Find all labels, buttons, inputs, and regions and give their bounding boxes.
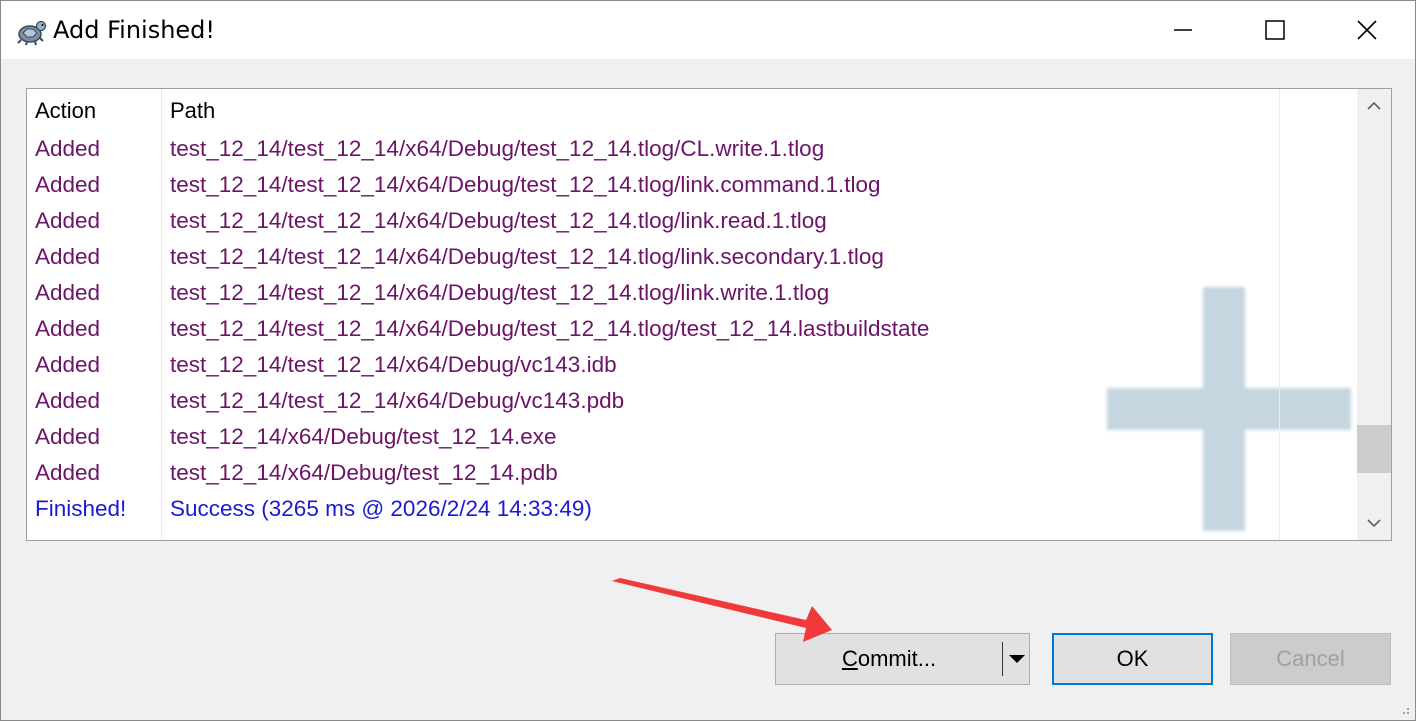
vertical-scrollbar[interactable] xyxy=(1357,89,1391,540)
chevron-up-icon xyxy=(1367,101,1381,110)
scroll-down-button[interactable] xyxy=(1357,506,1391,540)
column-header-action[interactable]: Action xyxy=(35,95,96,127)
row-action: Added xyxy=(35,316,101,341)
row-action: Added xyxy=(35,280,101,305)
window-title: Add Finished! xyxy=(53,16,216,44)
row-path: Success (3265 ms @ 2026/2/24 14:33:49) xyxy=(170,496,592,521)
row-path: test_12_14/test_12_14/x64/Debug/test_12_… xyxy=(170,280,830,305)
chevron-down-icon xyxy=(1367,519,1381,528)
list-row[interactable]: Added test_12_14/test_12_14/x64/Debug/tes… xyxy=(27,131,1355,167)
minimize-icon xyxy=(1174,29,1192,31)
row-path: test_12_14/test_12_14/x64/Debug/test_12_… xyxy=(170,244,884,269)
row-path: test_12_14/test_12_14/x64/Debug/test_12_… xyxy=(170,136,825,161)
row-path: test_12_14/x64/Debug/test_12_14.exe xyxy=(170,424,557,449)
list-row[interactable]: Added test_12_14/test_12_14/x64/Debug/tes… xyxy=(27,311,1355,347)
resize-grip-icon[interactable] xyxy=(1397,702,1411,716)
row-path: test_12_14/test_12_14/x64/Debug/vc143.id… xyxy=(170,352,617,377)
row-action: Added xyxy=(35,460,101,485)
row-action: Added xyxy=(35,388,101,413)
list-row[interactable]: Added test_12_14/x64/Debug/test_12_14.pdb xyxy=(27,455,1355,491)
row-path: test_12_14/test_12_14/x64/Debug/test_12_… xyxy=(170,208,827,233)
add-finished-dialog: Add Finished! Action Path Added test_12_1… xyxy=(0,0,1416,721)
row-path: test_12_14/test_12_14/x64/Debug/test_12_… xyxy=(170,172,881,197)
row-action: Added xyxy=(35,244,101,269)
close-icon xyxy=(1357,20,1377,40)
list-header: Action Path xyxy=(27,89,1355,131)
list-rows: Added test_12_14/test_12_14/x64/Debug/tes… xyxy=(27,131,1355,527)
tortoise-icon xyxy=(17,20,47,46)
close-button[interactable] xyxy=(1321,1,1413,59)
row-action: Finished! xyxy=(35,496,127,521)
row-action: Added xyxy=(35,352,101,377)
row-action: Added xyxy=(35,172,101,197)
list-row[interactable]: Added test_12_14/test_12_14/x64/Debug/tes… xyxy=(27,167,1355,203)
row-action: Added xyxy=(35,424,101,449)
scroll-up-button[interactable] xyxy=(1357,89,1391,123)
scrollbar-thumb[interactable] xyxy=(1357,424,1391,473)
results-list[interactable]: Action Path Added test_12_14/test_12_14/x… xyxy=(26,88,1392,541)
commit-dropdown-button[interactable] xyxy=(1003,634,1030,684)
row-path: test_12_14/x64/Debug/test_12_14.pdb xyxy=(170,460,558,485)
row-action: Added xyxy=(35,136,101,161)
list-row[interactable]: Added test_12_14/test_12_14/x64/Debug/tes… xyxy=(27,239,1355,275)
list-row[interactable]: Added test_12_14/test_12_14/x64/Debug/tes… xyxy=(27,203,1355,239)
cancel-button[interactable]: Cancel xyxy=(1230,633,1391,685)
maximize-button[interactable] xyxy=(1229,1,1321,59)
commit-button[interactable]: Commit... xyxy=(776,634,1002,684)
list-row[interactable]: Added test_12_14/test_12_14/x64/Debug/tes… xyxy=(27,275,1355,311)
maximize-icon xyxy=(1265,20,1285,40)
row-path: test_12_14/test_12_14/x64/Debug/test_12_… xyxy=(170,316,930,341)
list-row[interactable]: Finished! Success (3265 ms @ 2026/2/24 14… xyxy=(27,491,1355,527)
dropdown-arrow-icon xyxy=(1008,655,1025,663)
commit-button-label: Commit... xyxy=(841,646,937,671)
title-bar[interactable]: Add Finished! xyxy=(1,1,1415,59)
row-path: test_12_14/test_12_14/x64/Debug/vc143.pd… xyxy=(170,388,625,413)
row-action: Added xyxy=(35,208,101,233)
list-row[interactable]: Added test_12_14/x64/Debug/test_12_14.exe xyxy=(27,419,1355,455)
list-row[interactable]: Added test_12_14/test_12_14/x64/Debug/vc1… xyxy=(27,383,1355,419)
ok-button[interactable]: OK xyxy=(1052,633,1213,685)
list-row[interactable]: Added test_12_14/test_12_14/x64/Debug/vc1… xyxy=(27,347,1355,383)
column-header-path[interactable]: Path xyxy=(170,95,215,127)
commit-split-button[interactable]: Commit... xyxy=(775,633,1030,685)
minimize-button[interactable] xyxy=(1137,1,1229,59)
